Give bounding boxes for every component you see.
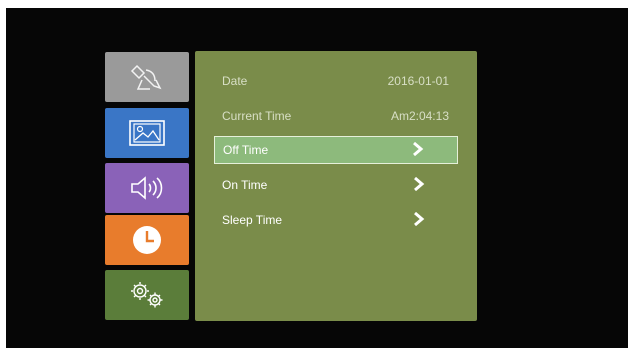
- off-time-label: Off Time: [223, 143, 269, 157]
- menu-tile-time[interactable]: [105, 215, 189, 265]
- sleep-time-label: Sleep Time: [222, 213, 283, 227]
- menu-tile-setup[interactable]: [105, 270, 189, 320]
- sleep-time-row[interactable]: Sleep Time: [214, 206, 458, 234]
- speaker-icon: [128, 174, 166, 202]
- menu-tile-sound[interactable]: [105, 163, 189, 213]
- date-value: 2016-01-01: [387, 74, 449, 88]
- current-time-value: Am2:04:13: [390, 109, 449, 123]
- menu-tile-channel[interactable]: [105, 52, 189, 102]
- clock-icon: [129, 222, 165, 258]
- off-time-row[interactable]: Off Time: [214, 136, 458, 164]
- current-time-row: Current Time Am2:04:13: [214, 102, 458, 130]
- on-time-row[interactable]: On Time: [214, 171, 458, 199]
- date-label: Date: [222, 74, 248, 88]
- gears-icon: [124, 279, 170, 311]
- satellite-dish-icon: [130, 62, 164, 92]
- chevron-right-icon: [412, 141, 448, 159]
- chevron-right-icon: [413, 211, 449, 229]
- menu-tile-picture[interactable]: [105, 108, 189, 158]
- picture-icon: [128, 119, 166, 147]
- chevron-right-icon: [413, 176, 449, 194]
- on-time-label: On Time: [222, 178, 268, 192]
- time-settings-panel: Date 2016-01-01 Current Time Am2:04:13 O…: [195, 51, 477, 321]
- date-row: Date 2016-01-01: [214, 67, 458, 95]
- current-time-label: Current Time: [222, 109, 292, 123]
